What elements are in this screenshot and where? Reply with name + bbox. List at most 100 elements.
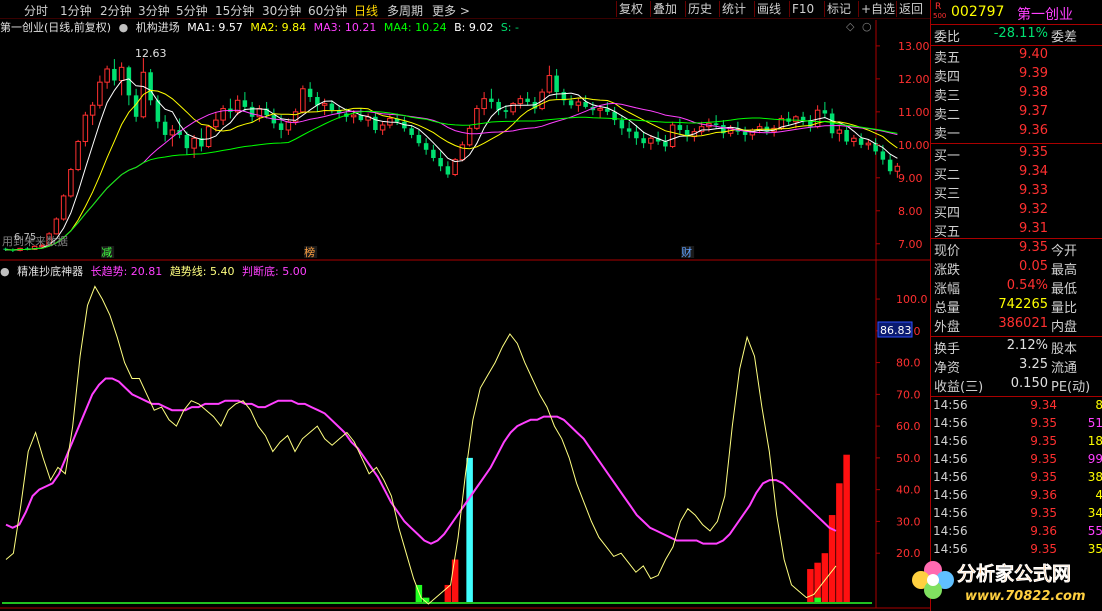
stat-row-value: 0.05 bbox=[1019, 259, 1048, 274]
bottom-judge-bar bbox=[821, 553, 829, 604]
weibi-row: 委比 -28.11% 委差 bbox=[934, 26, 1078, 45]
candle bbox=[575, 98, 582, 112]
tick-volume: 18 bbox=[1087, 434, 1102, 448]
tick-price: 9.35 bbox=[1030, 506, 1057, 520]
weibi-value: -28.11% bbox=[993, 26, 1048, 41]
high-price-label: 12.63 bbox=[135, 47, 167, 60]
candle bbox=[140, 58, 147, 119]
bid-row: 买一 9.35 bbox=[931, 145, 1102, 164]
candle bbox=[285, 118, 292, 135]
tick-volume: 4 bbox=[1095, 488, 1102, 502]
tick-row: 14:56 9.35 18 bbox=[931, 434, 1102, 452]
r-badge: R bbox=[935, 2, 942, 12]
stat-row: 总量 742265 量比 bbox=[931, 297, 1102, 316]
candle bbox=[423, 138, 429, 155]
indicator-tick-label: 50.0 bbox=[896, 452, 921, 465]
candle bbox=[205, 125, 212, 149]
settings-icon[interactable]: ◇ bbox=[846, 20, 855, 33]
bid-row-label: 买一 bbox=[934, 149, 961, 164]
price-tick-label: 10.00 bbox=[898, 139, 930, 152]
stat-row: 现价 9.35 今开 bbox=[931, 240, 1102, 259]
bid-row-value: 9.31 bbox=[1019, 221, 1048, 236]
ask-row: 卖四 9.39 bbox=[931, 66, 1102, 85]
candle bbox=[300, 85, 306, 114]
candle bbox=[445, 161, 451, 178]
candle bbox=[373, 111, 378, 134]
bid-row-value: 9.35 bbox=[1019, 145, 1048, 160]
flower-icon bbox=[912, 561, 954, 599]
stat-row-label2: 内盘 bbox=[1051, 320, 1078, 335]
tick-price: 9.35 bbox=[1030, 416, 1057, 430]
stat-row-value: 9.35 bbox=[1019, 240, 1048, 255]
price-tick-label: 12.00 bbox=[898, 73, 930, 86]
watermark-url: www.70822.com bbox=[965, 589, 1086, 604]
ask-row: 卖三 9.38 bbox=[931, 85, 1102, 104]
candle bbox=[438, 151, 443, 172]
tick-volume: 8 bbox=[1095, 398, 1102, 412]
stock-name[interactable]: 第一创业 bbox=[1017, 4, 1073, 24]
candle bbox=[162, 115, 168, 142]
tick-time: 14:56 bbox=[933, 524, 968, 538]
stat2-row-value: 0.150 bbox=[1010, 376, 1048, 391]
bottom-judge-bar bbox=[451, 559, 459, 604]
candle bbox=[756, 123, 763, 134]
candle bbox=[431, 144, 436, 162]
ma2-line bbox=[5, 89, 898, 251]
bottom-judge-bar bbox=[836, 483, 843, 604]
candle bbox=[104, 65, 110, 89]
candle bbox=[68, 167, 74, 198]
index-tag: 500 bbox=[933, 12, 947, 20]
bid-row: 买二 9.34 bbox=[931, 164, 1102, 183]
candle bbox=[844, 126, 849, 145]
stat-row-label: 现价 bbox=[934, 244, 961, 259]
candle bbox=[474, 105, 480, 130]
candle bbox=[691, 128, 698, 142]
stat-row-label2: 最高 bbox=[1051, 263, 1078, 278]
bid-row-value: 9.34 bbox=[1019, 164, 1048, 179]
stat-row-value: 386021 bbox=[998, 316, 1048, 331]
candle bbox=[822, 101, 828, 119]
stat-row-value: 0.54% bbox=[1006, 278, 1048, 293]
candlestick-chart bbox=[3, 58, 901, 252]
indicator-tick-label: 80.0 bbox=[896, 357, 921, 370]
ask-row-value: 9.38 bbox=[1019, 85, 1048, 100]
ask-row-label: 卖五 bbox=[934, 51, 961, 66]
bid-row-value: 9.32 bbox=[1019, 202, 1048, 217]
stock-code[interactable]: 002797 bbox=[951, 4, 1004, 20]
candle bbox=[808, 115, 813, 132]
candle bbox=[612, 106, 617, 126]
stat2-row: 换手 2.12% 股本 bbox=[931, 338, 1102, 357]
tick-time: 14:56 bbox=[933, 398, 968, 412]
stat2-row-value: 2.12% bbox=[1006, 338, 1048, 353]
tick-volume: 55 bbox=[1087, 524, 1102, 538]
candle bbox=[379, 121, 386, 135]
watermark-logo: 分析家公式网 www.70822.com bbox=[912, 561, 1086, 604]
stat-row: 涨跌 0.05 最高 bbox=[931, 259, 1102, 278]
candle bbox=[786, 111, 791, 126]
tick-price: 9.34 bbox=[1030, 398, 1057, 412]
chart-area[interactable]: 7.008.009.0010.0011.0012.0013.00 20.030.… bbox=[0, 0, 930, 611]
bottom-signal-bar bbox=[415, 584, 423, 604]
event-label[interactable]: 财 bbox=[681, 245, 692, 259]
candle bbox=[641, 131, 646, 149]
candle bbox=[496, 98, 501, 116]
price-tick-label: 13.00 bbox=[898, 40, 930, 53]
stat2-row-label: 净资 bbox=[934, 361, 961, 376]
candle bbox=[249, 101, 255, 122]
candle bbox=[510, 101, 516, 116]
close-icon[interactable]: ○ bbox=[862, 20, 872, 33]
event-label[interactable]: 减 bbox=[101, 246, 112, 259]
tick-time: 14:56 bbox=[933, 452, 968, 466]
candle bbox=[459, 141, 466, 162]
stat-row-label2: 量比 bbox=[1051, 301, 1078, 316]
ask-row: 卖一 9.36 bbox=[931, 123, 1102, 142]
stat2-row-value: 3.25 bbox=[1019, 357, 1048, 372]
candle bbox=[800, 111, 806, 126]
event-label[interactable]: 榜 bbox=[304, 245, 315, 259]
ask-row-label: 卖三 bbox=[934, 89, 961, 104]
candle bbox=[865, 139, 872, 150]
indicator-tick-label: 70.0 bbox=[896, 388, 921, 401]
candle bbox=[873, 138, 878, 155]
candle bbox=[546, 65, 553, 94]
candle bbox=[517, 95, 524, 109]
